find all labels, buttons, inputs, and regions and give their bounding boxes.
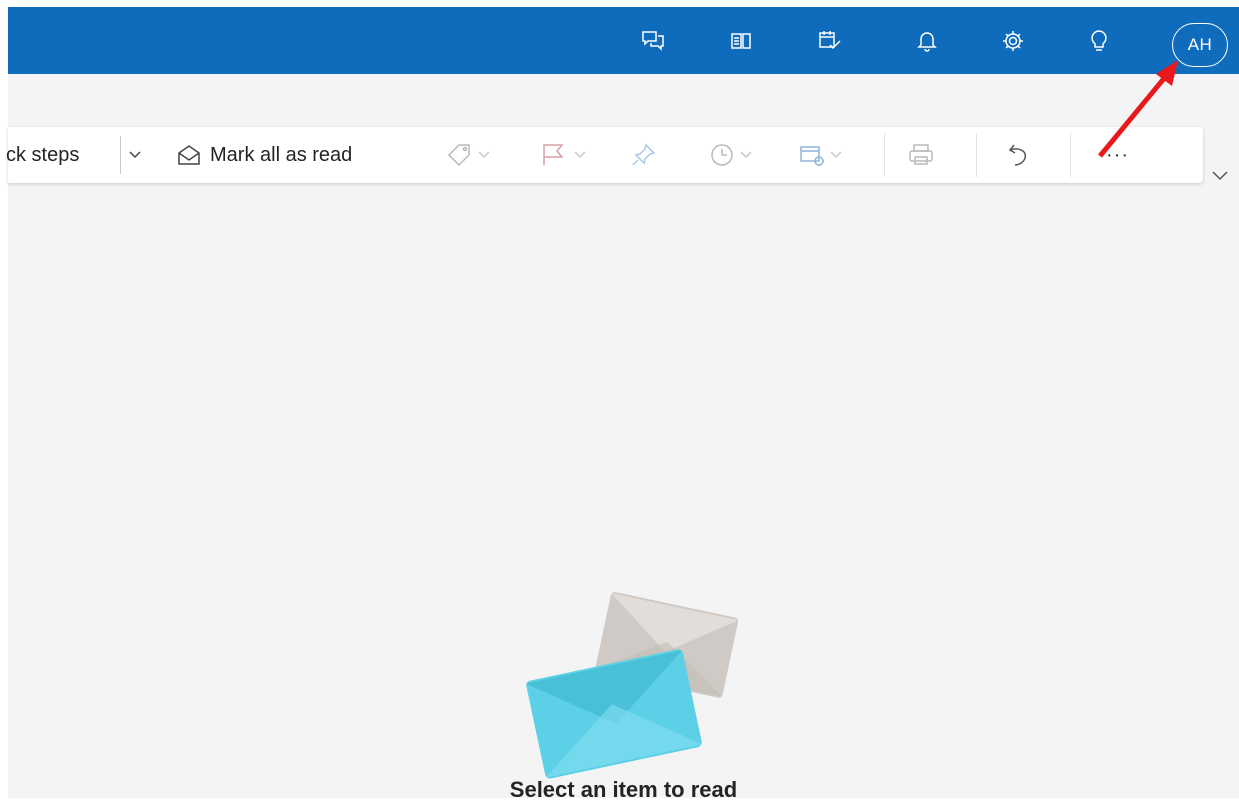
pin-icon [632,143,656,166]
envelope-illustration-icon [525,591,739,779]
rules-button[interactable] [798,127,842,183]
chat-feedback-icon[interactable] [638,26,668,56]
undo-button[interactable] [1006,127,1036,183]
ribbon-divider [976,133,977,177]
categorize-button[interactable] [446,127,490,183]
mark-all-read-label: Mark all as read [210,143,353,166]
chevron-down-icon [740,151,752,159]
rules-icon [800,146,824,166]
flag-icon [543,144,564,165]
reading-pane: ck steps Mark all as read ··· Select an … [6,74,1239,802]
flag-button[interactable] [540,127,586,183]
more-options-label: ··· [1106,143,1129,166]
top-app-bar: AH [8,7,1239,74]
undo-icon [1008,144,1027,166]
more-options-button[interactable]: ··· [1106,127,1129,183]
chevron-down-icon [1212,171,1228,181]
print-button[interactable] [906,127,936,183]
chevron-down-icon [478,151,490,159]
chevron-down-icon[interactable] [120,136,149,174]
quick-steps-button[interactable]: ck steps [6,127,156,183]
printer-icon [909,144,933,165]
office-apps-icon[interactable] [726,26,756,56]
pin-button[interactable] [630,127,660,183]
empty-state-message: Select an item to read [509,777,738,802]
avatar[interactable]: AH [1172,23,1228,67]
ribbon-divider [884,133,885,177]
lightbulb-icon[interactable] [1084,26,1114,56]
chevron-down-icon [574,151,586,159]
ribbon-divider [1070,133,1071,177]
mark-all-read-button[interactable]: Mark all as read [176,127,352,183]
my-day-icon[interactable] [815,26,845,56]
ribbon-expand-button[interactable] [1208,164,1232,188]
clock-icon [711,144,733,166]
ribbon-toolbar: ck steps Mark all as read ··· [6,127,1203,183]
chevron-down-icon [830,151,842,159]
bell-icon[interactable] [912,26,942,56]
gear-icon[interactable] [998,26,1028,56]
quick-steps-label: ck steps [6,143,80,166]
tag-icon [447,144,470,167]
envelope-open-icon [178,145,200,165]
snooze-button[interactable] [708,127,752,183]
